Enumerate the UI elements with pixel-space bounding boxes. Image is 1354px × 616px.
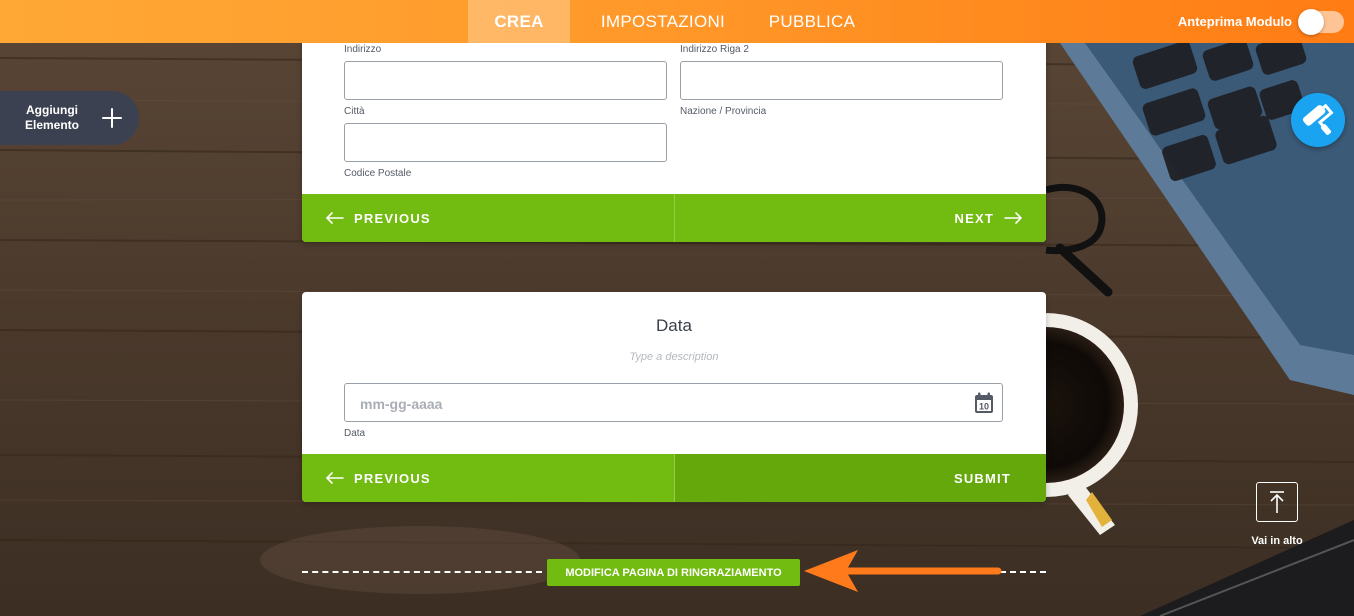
date-input-placeholder: mm-gg-aaaa <box>360 396 443 412</box>
address-line1-input[interactable] <box>344 61 667 100</box>
date-field-title: Data <box>656 316 692 335</box>
city-input[interactable] <box>344 123 667 162</box>
form-designer-button[interactable] <box>1291 93 1345 147</box>
edit-thank-you-page-button[interactable]: MODIFICA PAGINA DI RINGRAZIAMENTO <box>547 559 800 586</box>
postal-code-label: Codice Postale <box>344 168 412 179</box>
previous-button[interactable]: PREVIOUS <box>302 454 675 502</box>
arrow-annotation-icon <box>804 550 1002 592</box>
arrow-left-icon <box>326 212 344 224</box>
form-preview-label: Anteprima Modulo <box>1177 14 1292 29</box>
address-form-page: Indirizzo Indirizzo Riga 2 Città Nazione… <box>302 30 1046 242</box>
state-province-label: Nazione / Provincia <box>680 106 767 117</box>
address-line2-input[interactable] <box>680 61 1003 100</box>
toggle-knob <box>1298 8 1324 35</box>
plus-icon <box>100 106 124 130</box>
thank-you-divider-right <box>1000 571 1046 573</box>
arrow-up-icon <box>1270 491 1284 513</box>
add-element-label-line1: Aggiungi <box>26 103 78 117</box>
submit-button-label: SUBMIT <box>953 470 1011 486</box>
address-page-navigation: PREVIOUS NEXT <box>302 194 1046 242</box>
add-element-label: Aggiungi Elemento <box>0 103 104 133</box>
add-element-label-line2: Elemento <box>24 118 79 132</box>
add-element-button[interactable]: Aggiungi Elemento <box>0 91 139 145</box>
tab-pubblica[interactable]: PUBBLICA <box>756 0 868 43</box>
previous-button-label: PREVIOUS <box>354 210 431 226</box>
arrow-right-icon <box>1004 212 1022 224</box>
thank-you-divider-left <box>302 571 542 573</box>
address-line1-label: Indirizzo <box>344 44 382 55</box>
arrow-left-icon <box>326 472 344 484</box>
previous-button[interactable]: PREVIOUS <box>302 194 675 242</box>
top-navigation-bar: CREA IMPOSTAZIONI PUBBLICA Anteprima Mod… <box>0 0 1354 43</box>
address-line2-label: Indirizzo Riga 2 <box>680 44 749 55</box>
date-field-description[interactable]: Type a description <box>302 351 1046 363</box>
scroll-top-box <box>1256 482 1298 522</box>
previous-button-label: PREVIOUS <box>354 470 431 486</box>
city-label: Città <box>344 106 365 117</box>
scroll-to-top-button[interactable]: Vai in alto <box>1245 482 1309 552</box>
date-form-page: Data Type a description mm-gg-aaaa 10 Da… <box>302 292 1046 502</box>
date-page-navigation: PREVIOUS SUBMIT <box>302 454 1046 502</box>
date-input[interactable]: mm-gg-aaaa 10 <box>344 383 1003 422</box>
tab-impostazioni[interactable]: IMPOSTAZIONI <box>570 0 756 43</box>
scroll-to-top-label: Vai in alto <box>1251 535 1303 547</box>
next-button[interactable]: NEXT <box>675 194 1046 242</box>
date-sublabel: Data <box>344 428 366 439</box>
next-button-label: NEXT <box>954 210 994 226</box>
calendar-day: 10 <box>979 402 989 412</box>
calendar-icon[interactable]: 10 <box>974 392 994 414</box>
form-preview-control: Anteprima Modulo <box>1178 0 1344 43</box>
main-tabs: CREA IMPOSTAZIONI PUBBLICA <box>468 0 868 43</box>
tab-crea[interactable]: CREA <box>468 0 570 43</box>
submit-button[interactable]: SUBMIT <box>675 454 1046 502</box>
paint-roller-icon <box>1302 103 1334 135</box>
form-preview-toggle[interactable] <box>1298 8 1344 35</box>
